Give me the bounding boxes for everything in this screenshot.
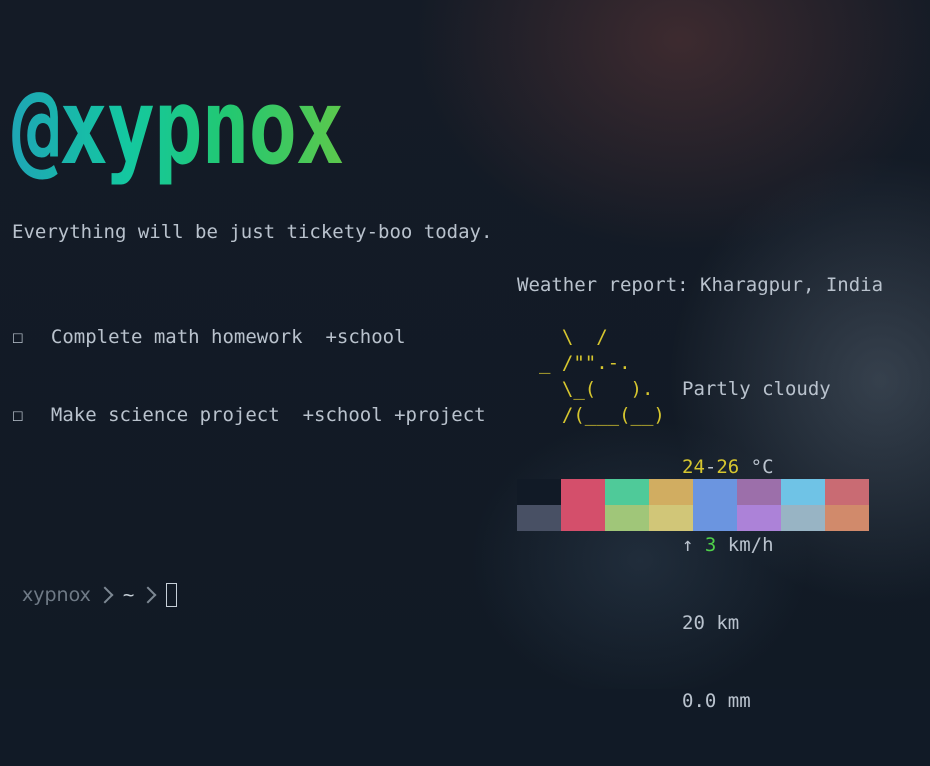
color-swatch — [693, 479, 737, 505]
color-swatch — [737, 479, 781, 505]
ascii-banner: @xypnox — [12, 52, 345, 202]
chevron-right-icon — [96, 586, 114, 604]
todo-list: ☐ Complete math homework +school ☐ Make … — [12, 272, 486, 454]
checkbox-icon: ☐ — [12, 326, 24, 348]
weather-temperature: 24-26 °C — [682, 456, 774, 478]
chevron-right-icon — [139, 586, 157, 604]
color-swatch — [605, 479, 649, 505]
motd-quote: Everything will be just tickety-boo toda… — [12, 221, 493, 243]
color-swatch — [781, 479, 825, 505]
color-palette — [517, 479, 869, 531]
color-swatch — [825, 505, 869, 531]
color-swatch — [781, 505, 825, 531]
color-swatch — [649, 505, 693, 531]
cloud-sun-ascii-icon: \ / _ /"".-. \_( ). /(___(__) — [539, 326, 665, 426]
weather-details: Partly cloudy 24-26 °C ↑ 3 km/h 20 km 0.… — [682, 324, 831, 766]
color-swatch — [693, 505, 737, 531]
weather-wind: ↑ 3 km/h — [682, 534, 774, 556]
shell-prompt[interactable]: xypnox ~ — [22, 583, 178, 607]
color-swatch — [561, 479, 605, 505]
todo-tags: +school — [325, 326, 406, 348]
weather-visibility: 20 km — [682, 612, 740, 634]
color-swatch — [517, 479, 561, 505]
todo-item: ☐ Make science project +school +project — [12, 402, 486, 428]
todo-task: Complete math homework — [50, 326, 303, 348]
color-swatch — [561, 505, 605, 531]
color-swatch — [737, 505, 781, 531]
terminal-cursor[interactable] — [166, 583, 178, 607]
color-swatch — [825, 479, 869, 505]
color-swatch — [649, 479, 693, 505]
color-swatch — [605, 505, 649, 531]
prompt-user: xypnox — [22, 584, 91, 606]
wind-arrow-icon: ↑ — [682, 534, 694, 556]
todo-item: ☐ Complete math homework +school — [12, 324, 486, 350]
checkbox-icon: ☐ — [12, 404, 24, 426]
weather-title: Weather report: Kharagpur, India — [517, 274, 884, 296]
weather-condition: Partly cloudy — [682, 378, 831, 400]
palette-row-bright — [517, 505, 869, 531]
todo-tags: +school +project — [302, 404, 486, 426]
weather-precipitation: 0.0 mm — [682, 690, 751, 712]
todo-task: Make science project — [50, 404, 280, 426]
weather-report: Weather report: Kharagpur, India \ / _ /"… — [517, 272, 884, 712]
palette-row-normal — [517, 479, 869, 505]
prompt-path: ~ — [122, 584, 135, 606]
color-swatch — [517, 505, 561, 531]
